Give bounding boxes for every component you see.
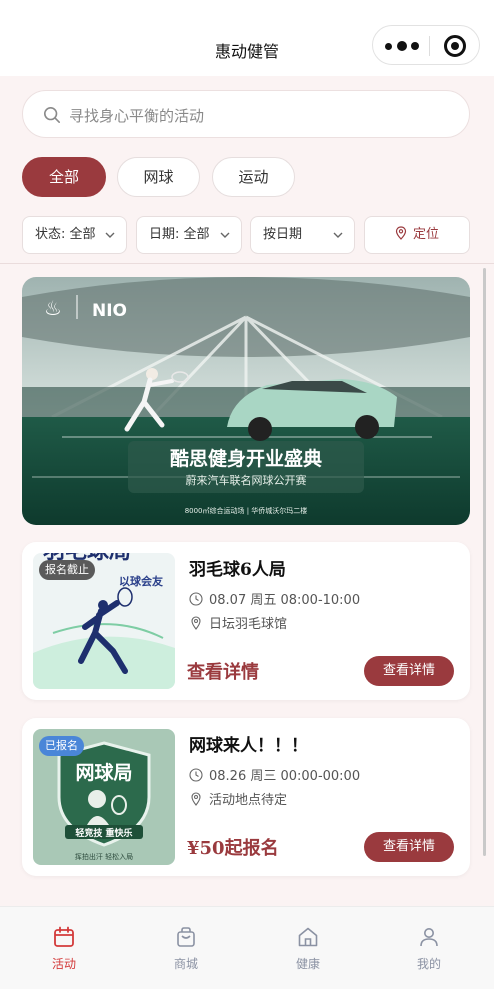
banner-subheadline: 蔚来汽车联名网球公开赛 — [186, 473, 307, 487]
bag-icon — [177, 927, 195, 947]
activity-location-text: 日坛羽毛球馆 — [209, 617, 288, 632]
category-chip-all[interactable]: 全部 — [22, 157, 106, 197]
promo-banner[interactable]: ♨ NIO 酷思健身开业盛典 蔚来汽车联名网球公开赛 8000㎡综合运动场 | … — [22, 277, 470, 525]
activity-thumbnail: 羽毛球局 以球会友 报名截止 — [33, 553, 175, 689]
status-filter-label: 状态: 全部 — [35, 227, 96, 242]
activity-title: 羽毛球6人局 — [189, 560, 286, 580]
category-chip-tennis[interactable]: 网球 — [117, 157, 200, 197]
chevron-down-icon — [220, 232, 230, 238]
scrollbar[interactable] — [483, 268, 486, 856]
activity-title: 网球来人！！！ — [189, 736, 308, 756]
capsule-divider — [429, 36, 430, 56]
activity-card[interactable]: 网球局 轻竞技 重快乐 挥拍出汗 轻松入局 已报名 网球来人！！！ 08.26 … — [22, 718, 470, 876]
navbar: 惠动健管 — [0, 0, 494, 76]
view-details-button[interactable]: 查看详情 — [364, 656, 454, 686]
activity-location: 活动地点待定 — [189, 789, 287, 808]
location-pin-icon — [191, 792, 201, 806]
tab-label: 我的 — [416, 957, 441, 971]
activity-price[interactable]: ¥50起报名 — [187, 834, 279, 860]
location-button[interactable]: 定位 — [364, 216, 470, 254]
thumb-subtitle: 轻竞技 重快乐 — [75, 827, 132, 839]
tab-activities[interactable]: 活动 — [24, 925, 104, 972]
activity-cta[interactable]: 查看详情 — [187, 658, 259, 684]
sort-filter[interactable]: 按日期 — [250, 216, 355, 254]
thumb-title: 网球局 — [75, 761, 132, 784]
tab-label: 活动 — [51, 957, 76, 971]
tab-label: 健康 — [295, 957, 320, 971]
thumb-footer: 挥拍出汗 轻松入局 — [75, 852, 133, 861]
status-badge: 已报名 — [39, 736, 84, 756]
clock-icon — [189, 768, 203, 782]
banner-brand: NIO — [92, 301, 127, 321]
location-button-label: 定位 — [412, 227, 439, 242]
bottom-tabbar: 活动 商城 健康 我的 — [0, 906, 494, 989]
home-icon — [298, 927, 318, 947]
activity-time-text: 08.07 周五 08:00-10:00 — [209, 593, 361, 608]
more-icon[interactable] — [385, 38, 425, 54]
date-filter[interactable]: 日期: 全部 — [136, 216, 242, 254]
activity-location: 日坛羽毛球馆 — [189, 613, 287, 632]
view-details-button[interactable]: 查看详情 — [364, 832, 454, 862]
date-filter-label: 日期: 全部 — [149, 227, 210, 242]
chevron-down-icon — [333, 232, 343, 238]
banner-footer: 8000㎡综合运动场 | 华侨城沃尔玛二楼 — [185, 506, 308, 515]
category-chip-sports[interactable]: 运动 — [212, 157, 295, 197]
filter-divider — [0, 263, 494, 264]
search-placeholder: 寻找身心平衡的活动 — [69, 107, 205, 125]
location-pin-icon — [191, 616, 201, 630]
miniprogram-capsule — [372, 25, 480, 65]
activity-card[interactable]: 羽毛球局 以球会友 报名截止 羽毛球6人局 08.07 周五 08:00-10:… — [22, 542, 470, 700]
location-pin-icon — [395, 226, 407, 240]
search-input[interactable]: 寻找身心平衡的活动 — [22, 90, 470, 138]
banner-illustration: ♨ NIO 酷思健身开业盛典 蔚来汽车联名网球公开赛 8000㎡综合运动场 | … — [22, 277, 470, 525]
status-filter[interactable]: 状态: 全部 — [22, 216, 127, 254]
close-target-icon[interactable] — [444, 35, 466, 57]
status-badge: 报名截止 — [39, 560, 95, 580]
search-icon — [43, 106, 61, 124]
svg-text:♨: ♨ — [44, 296, 62, 320]
tab-label: 商城 — [173, 957, 198, 971]
chevron-down-icon — [105, 232, 115, 238]
user-icon — [420, 928, 438, 947]
tab-mine[interactable]: 我的 — [389, 925, 469, 972]
activity-location-text: 活动地点待定 — [209, 793, 288, 808]
activity-time: 08.07 周五 08:00-10:00 — [189, 589, 360, 608]
clock-icon — [189, 592, 203, 606]
tab-mall[interactable]: 商城 — [146, 925, 226, 972]
activity-time: 08.26 周三 00:00-00:00 — [189, 765, 360, 784]
activity-time-text: 08.26 周三 00:00-00:00 — [209, 769, 361, 784]
activity-thumbnail: 网球局 轻竞技 重快乐 挥拍出汗 轻松入局 已报名 — [33, 729, 175, 865]
tab-health[interactable]: 健康 — [268, 925, 348, 972]
thumb-subtitle: 以球会友 — [119, 574, 163, 588]
sort-filter-label: 按日期 — [263, 227, 303, 242]
banner-headline: 酷思健身开业盛典 — [170, 447, 322, 470]
calendar-icon — [54, 926, 74, 947]
